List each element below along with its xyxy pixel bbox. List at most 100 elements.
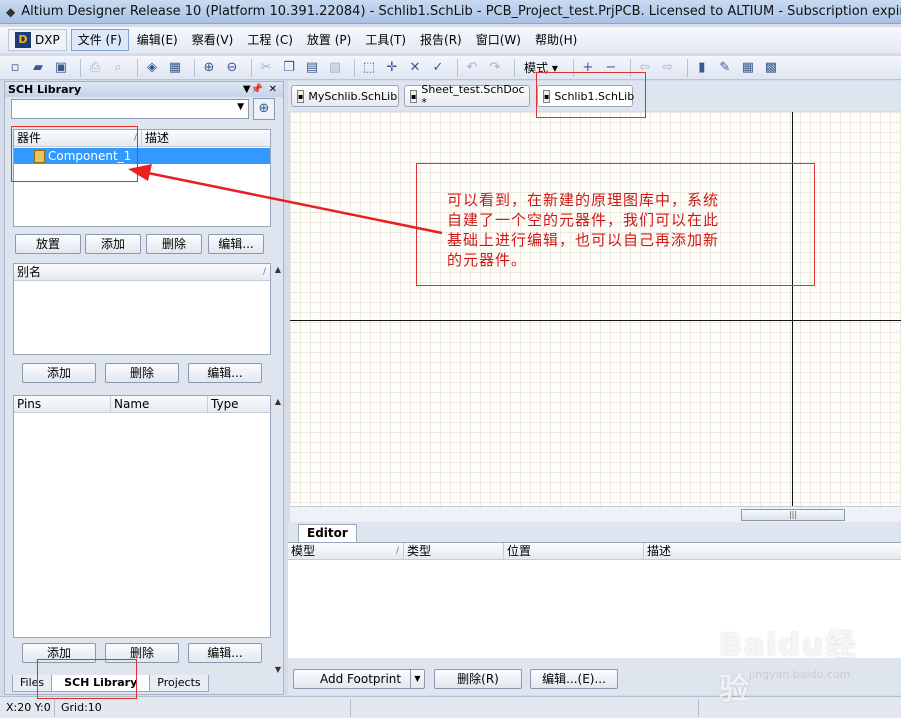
status-cell [699, 699, 899, 717]
redo-icon[interactable]: ↷ [486, 59, 504, 77]
column-header-type[interactable]: Type [208, 396, 270, 412]
column-header-type[interactable]: 类型 [404, 543, 504, 559]
zoom-out-icon[interactable]: ⊖ [223, 59, 241, 77]
models-list[interactable]: 模型 / 类型 位置 描述 [288, 542, 901, 658]
delete-alias-button[interactable]: 删除 [105, 363, 179, 383]
device-icon[interactable]: ▦ [166, 59, 184, 77]
menu-tools[interactable]: 工具(T) [359, 29, 412, 51]
edit-alias-button[interactable]: 编辑... [188, 363, 262, 383]
select-area-icon[interactable]: ⬚ [360, 59, 378, 77]
collapse-up-icon[interactable]: ▲ [275, 265, 281, 274]
menu-window[interactable]: 窗口(W) [470, 29, 527, 51]
components-list[interactable]: 器件 / 描述 Component_1 [13, 129, 271, 227]
dropdown-arrow-icon[interactable]: ▼ [410, 670, 424, 688]
delete-component-button[interactable]: 删除 [146, 234, 202, 254]
schdoc-document-icon: ▪ [410, 89, 418, 103]
tab-files[interactable]: Files [12, 675, 53, 692]
toolbar-separator [80, 58, 81, 77]
zoom-in-icon[interactable]: ⊕ [200, 59, 218, 77]
next-part-icon[interactable]: ⇨ [659, 59, 677, 77]
copy-icon[interactable]: ❐ [280, 59, 298, 77]
menu-reports[interactable]: 报告(R) [414, 29, 468, 51]
add-alias-button[interactable]: 添加 [22, 363, 96, 383]
add-pin-button[interactable]: 添加 [22, 643, 96, 663]
toolbar-separator [354, 58, 355, 77]
menu-edit[interactable]: 编辑(E) [131, 29, 184, 51]
deselect-icon[interactable]: ✕ [406, 59, 424, 77]
tab-editor[interactable]: Editor [298, 524, 357, 542]
edit-model-button[interactable]: 编辑...(E)... [530, 669, 618, 689]
sch-library-panel: SCH Library ▼📌 ✕ ▼ ⊕ 器件 / 描述 Component_1 … [4, 81, 284, 695]
menu-place[interactable]: 放置 (P) [301, 29, 357, 51]
column-header-pins[interactable]: Pins [14, 396, 111, 412]
ic-component-icon[interactable]: ▮ [693, 59, 711, 77]
pins-list[interactable]: Pins Name Type [13, 395, 271, 638]
main-toolbar: ▫ ▰ ▣ ⎙ ⌕ ◈ ▦ ⊕ ⊖ ✂ ❐ ▤ ▧ ⬚ ✛ ✕ ✓ ↶ ↷ 模式… [0, 56, 901, 80]
column-header-location[interactable]: 位置 [504, 543, 644, 559]
schlib-document-icon: ▪ [543, 89, 551, 103]
edit-pin-button[interactable]: 编辑... [188, 643, 262, 663]
aliases-list[interactable]: 别名 / [13, 263, 271, 355]
drawing-tools-icon[interactable]: ✎ [716, 59, 734, 77]
delete-pin-button[interactable]: 删除 [105, 643, 179, 663]
cut-icon[interactable]: ✂ [257, 59, 275, 77]
menu-view[interactable]: 察看(V) [186, 29, 240, 51]
menu-help[interactable]: 帮助(H) [529, 29, 583, 51]
add-footprint-button[interactable]: Add Footprint ▼ [293, 669, 425, 689]
pin-icon[interactable]: ▼📌 [243, 82, 263, 97]
print-preview-icon[interactable]: ⌕ [109, 59, 127, 77]
collapse-up-icon[interactable]: ▲ [275, 397, 281, 406]
add-part-icon[interactable]: + [579, 59, 597, 77]
remove-part-icon[interactable]: − [602, 59, 620, 77]
list-item[interactable]: Component_1 [14, 148, 270, 164]
doc-tab-schlib1[interactable]: ▪ Schlib1.SchLib [537, 85, 634, 107]
clear-filter-icon[interactable]: ✓ [429, 59, 447, 77]
column-header-alias[interactable]: 别名 / [14, 264, 270, 280]
tab-sch-library[interactable]: SCH Library [51, 675, 151, 692]
column-header-component[interactable]: 器件 / [14, 130, 142, 146]
layers-icon[interactable]: ◈ [143, 59, 161, 77]
mode-dropdown[interactable]: 模式 ▾ [520, 59, 562, 77]
rubber-stamp-icon[interactable]: ▧ [326, 59, 344, 77]
library-filter-combobox[interactable]: ▼ [11, 99, 249, 119]
column-header-description[interactable]: 描述 [142, 130, 270, 146]
column-header-model[interactable]: 模型 / [288, 543, 404, 559]
place-button[interactable]: 放置 [15, 234, 81, 254]
toolbar-separator [137, 58, 138, 77]
grid-size: Grid:10 [55, 698, 351, 717]
grid-icon[interactable]: ▦ [739, 59, 757, 77]
document-tabs: ▪ MySchlib.SchLib ▪ Sheet_test.SchDoc * … [288, 81, 901, 111]
expand-down-icon[interactable]: ▼ [275, 665, 281, 674]
move-icon[interactable]: ✛ [383, 59, 401, 77]
delete-model-button[interactable]: 删除(R) [434, 669, 522, 689]
panel-title: SCH Library [8, 83, 82, 96]
edit-component-button[interactable]: 编辑... [208, 234, 264, 254]
horizontal-scrollbar[interactable]: ||| [290, 506, 901, 522]
open-folder-icon[interactable]: ▰ [29, 59, 47, 77]
save-icon[interactable]: ▣ [52, 59, 70, 77]
pins-list-header: Pins Name Type [14, 396, 270, 413]
search-button[interactable]: ⊕ [253, 98, 275, 120]
dxp-menu-button[interactable]: D DXP [8, 29, 67, 51]
previous-part-icon[interactable]: ⇦ [636, 59, 654, 77]
model-manager-icon[interactable]: ▩ [762, 59, 780, 77]
tab-projects[interactable]: Projects [149, 675, 209, 692]
close-icon[interactable]: ✕ [269, 82, 277, 97]
chevron-down-icon[interactable]: ▼ [237, 102, 244, 112]
menu-file[interactable]: 文件 (F) [70, 29, 129, 51]
print-icon[interactable]: ⎙ [86, 59, 104, 77]
status-bar: X:20 Y:0 Grid:10 [0, 696, 901, 718]
column-header-name[interactable]: Name [111, 396, 208, 412]
menu-project[interactable]: 工程 (C) [241, 29, 299, 51]
paste-icon[interactable]: ▤ [303, 59, 321, 77]
scrollbar-thumb[interactable]: ||| [741, 509, 845, 521]
components-list-header: 器件 / 描述 [14, 130, 270, 147]
undo-icon[interactable]: ↶ [463, 59, 481, 77]
column-header-description[interactable]: 描述 [644, 543, 901, 559]
panel-tabs: Files SCH Library Projects [4, 675, 284, 693]
altium-app-icon: ◆ [6, 4, 16, 19]
doc-tab-sheet-test[interactable]: ▪ Sheet_test.SchDoc * [404, 83, 530, 109]
new-file-icon[interactable]: ▫ [6, 59, 24, 77]
add-component-button[interactable]: 添加 [85, 234, 141, 254]
doc-tab-myschlib[interactable]: ▪ MySchlib.SchLib [291, 85, 399, 107]
